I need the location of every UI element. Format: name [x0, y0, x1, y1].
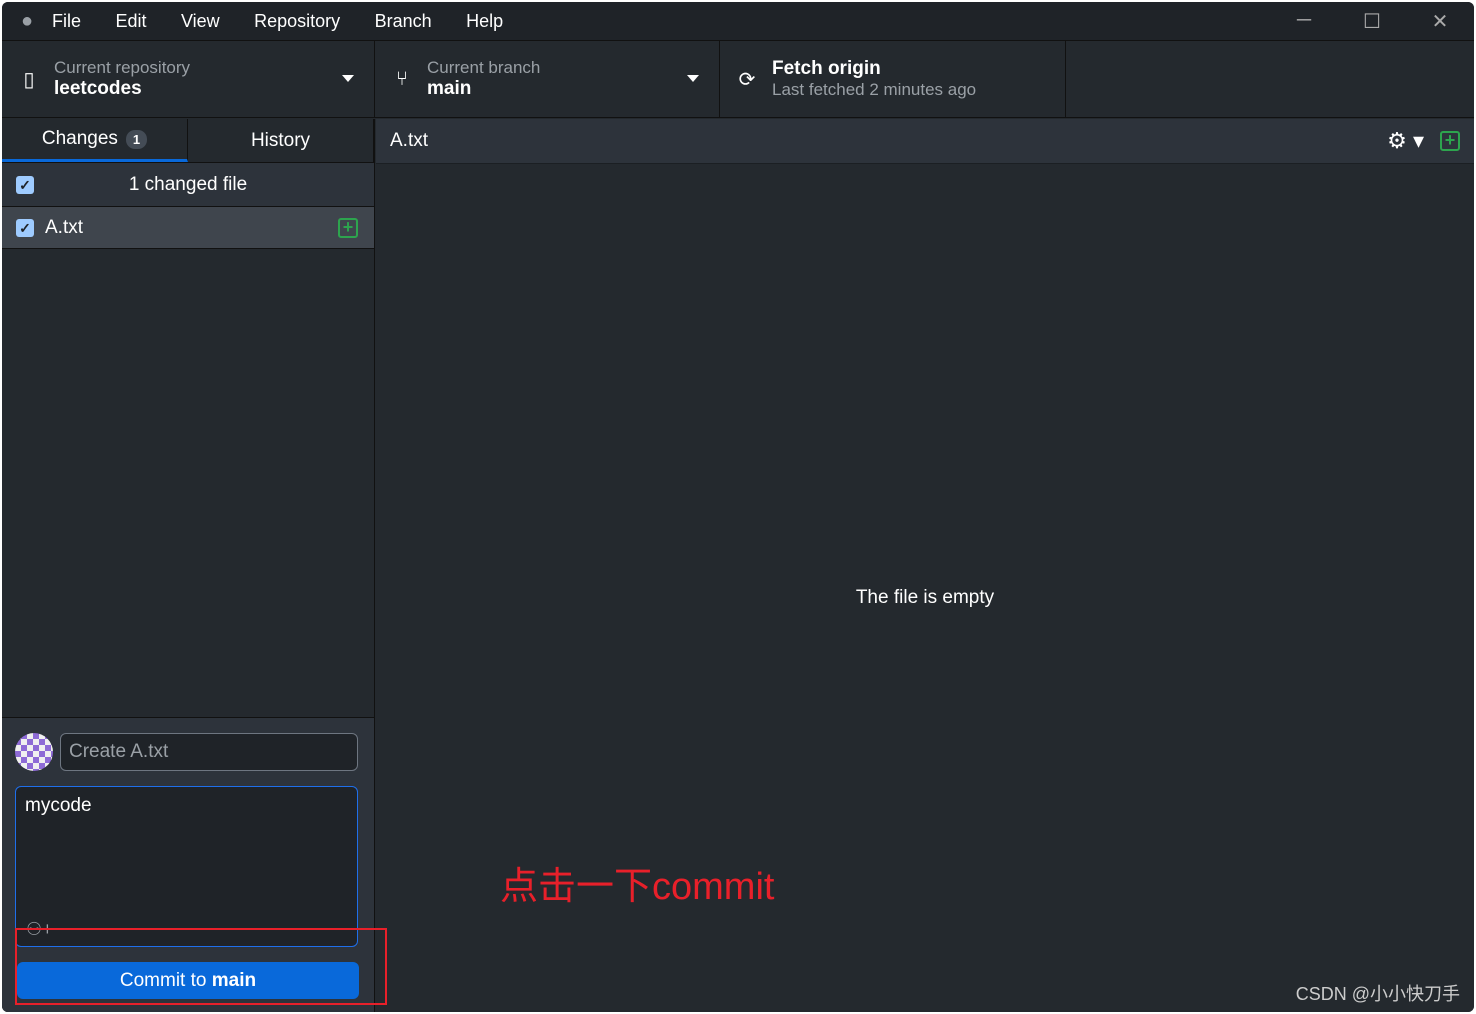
select-all-checkbox[interactable]: ✓	[16, 175, 34, 194]
file-list-item[interactable]: ✓ A.txt +	[2, 207, 374, 249]
branch-icon: ⑂	[396, 67, 408, 90]
github-logo-icon: ●	[20, 9, 34, 32]
menu-repository[interactable]: Repository	[254, 11, 340, 31]
current-repository-button[interactable]: ▯ Current repository leetcodes	[2, 41, 375, 117]
annotation-text: 点击一下commit	[500, 866, 775, 908]
file-name: A.txt	[45, 216, 84, 238]
fetch-title: Fetch origin	[772, 58, 881, 79]
repo-label: Current repository	[54, 58, 191, 77]
file-checkbox[interactable]: ✓	[16, 218, 34, 237]
current-branch-button[interactable]: ⑂ Current branch main	[375, 41, 720, 117]
title-bar: ● File Edit View Repository Branch Help …	[2, 2, 1474, 41]
tab-changes-label: Changes	[41, 128, 118, 149]
menu-bar: File Edit View Repository Branch Help	[52, 11, 533, 32]
sync-icon: ⟳	[738, 68, 756, 91]
branch-name: main	[427, 78, 472, 99]
watermark: CSDN @小小快刀手	[1295, 984, 1460, 1004]
avatar	[15, 733, 53, 771]
repo-name: leetcodes	[54, 78, 142, 99]
empty-file-message: The file is empty	[855, 587, 995, 608]
chevron-down-icon	[342, 75, 354, 82]
changed-files-count: 1 changed file	[128, 173, 248, 195]
menu-view[interactable]: View	[181, 11, 220, 31]
diff-header: A.txt ⚙ ▾ +	[376, 119, 1474, 164]
tab-history-label: History	[250, 129, 311, 151]
branch-label: Current branch	[427, 58, 541, 77]
toolbar: ▯ Current repository leetcodes ⑂ Current …	[2, 41, 1474, 118]
close-icon[interactable]: ✕	[1406, 9, 1474, 34]
maximize-icon[interactable]: ☐	[1338, 9, 1406, 34]
tab-changes[interactable]: Changes 1	[2, 119, 188, 162]
sidebar: Changes 1 History ✓ 1 changed file ✓ A.tx…	[2, 119, 375, 1012]
menu-file[interactable]: File	[52, 11, 81, 31]
file-added-icon: +	[338, 217, 358, 238]
commit-summary-input[interactable]: Create A.txt	[60, 733, 358, 771]
tab-history[interactable]: History	[188, 119, 374, 162]
annotation-highlight-box	[15, 928, 387, 1005]
fetch-subtitle: Last fetched 2 minutes ago	[772, 80, 977, 99]
file-added-icon: +	[1440, 131, 1460, 151]
changes-count-badge: 1	[125, 129, 148, 149]
commit-description-input[interactable]: mycode ⚇+	[15, 786, 358, 947]
menu-branch[interactable]: Branch	[375, 11, 432, 31]
diff-filename: A.txt	[390, 130, 429, 151]
chevron-down-icon	[687, 75, 699, 82]
menu-edit[interactable]: Edit	[115, 11, 146, 31]
menu-help[interactable]: Help	[466, 11, 503, 31]
changes-header: ✓ 1 changed file	[2, 163, 374, 207]
minimize-icon[interactable]: ─	[1270, 9, 1338, 34]
repo-icon: ▯	[23, 68, 35, 91]
gear-icon[interactable]: ⚙ ▾	[1387, 128, 1424, 154]
commit-description-text: mycode	[25, 795, 92, 816]
fetch-origin-button[interactable]: ⟳ Fetch origin Last fetched 2 minutes ago	[720, 41, 1066, 117]
